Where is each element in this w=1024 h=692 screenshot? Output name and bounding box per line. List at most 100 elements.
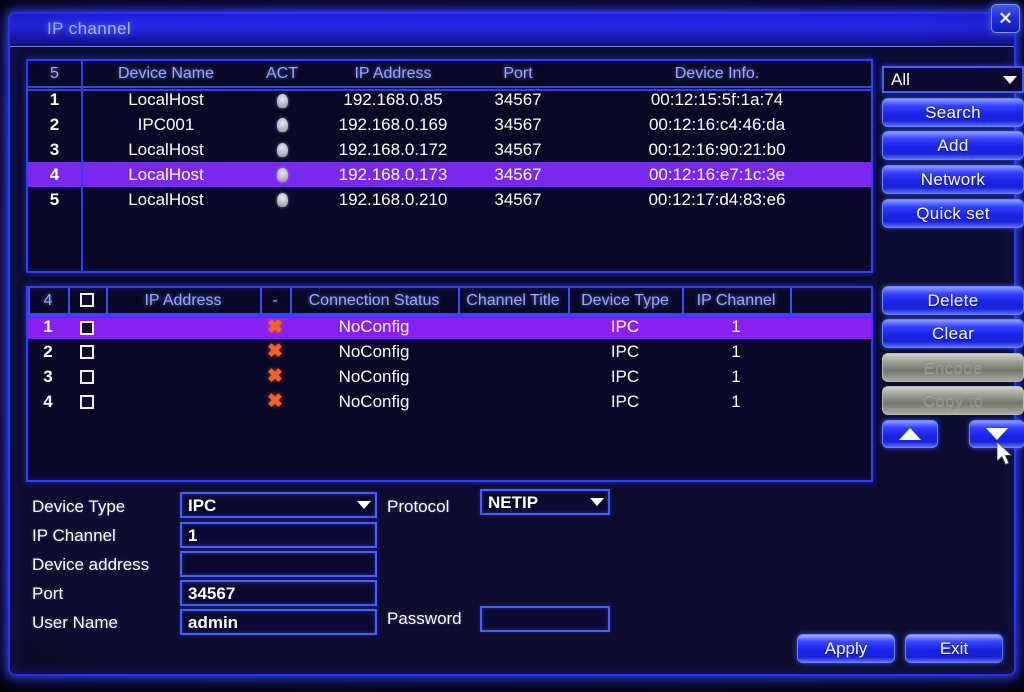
col-device-name: Device Name [117,64,215,82]
cell-status-icon: ✖ [260,364,290,389]
device-address-input[interactable] [180,551,377,577]
table-row[interactable]: 2 IPC001 192.168.0.169 34567 00:12:16:c4… [28,112,871,137]
apply-button[interactable]: Apply [797,634,895,663]
row-index: 3 [43,366,53,386]
cell-checkbox[interactable] [68,364,106,389]
cell-ip [106,364,260,389]
cell-act [251,187,313,212]
cell-port: 34567 [494,189,542,209]
cell-ip-channel: 1 [731,341,741,361]
clear-button[interactable]: Clear [882,319,1024,348]
add-button[interactable]: Add [882,131,1024,160]
table-row[interactable]: 3 ✖ NoConfig IPC 1 [28,364,871,389]
table-row[interactable]: 3 LocalHost 192.168.0.172 34567 00:12:16… [28,137,871,162]
channel-table-grid: 4 IP Address - Connection Status Channel… [28,288,871,414]
ip-channel-label: IP Channel [32,526,116,545]
checkbox-icon[interactable] [80,370,94,385]
arrow-down-icon [986,428,1008,440]
search-button[interactable]: Search [882,98,1024,127]
protocol-select[interactable]: NETIP [480,489,610,515]
cell-channel-title [458,364,568,389]
lamp-icon [276,143,288,158]
checkbox-icon[interactable] [80,293,94,308]
protocol-value: NETIP [488,493,539,512]
device-search-table[interactable]: 5 Device Name ACT IP Address Port Device… [26,59,873,273]
cell-device-type: IPC [610,366,640,386]
cell-ip: 192.168.0.172 [338,139,448,159]
cell-info: 00:12:16:90:21:b0 [648,139,786,159]
col-select-all[interactable] [68,288,106,314]
cell-ip: 192.168.0.169 [338,114,448,134]
cell-connection-status: NoConfig [338,366,410,386]
device-type-label: Device Type [32,497,126,516]
port-value: 34567 [188,584,236,603]
exit-button[interactable]: Exit [905,634,1003,663]
col-channel-title: Channel Title [466,291,560,309]
cell-ip-channel: 1 [731,391,741,411]
password-input[interactable] [480,606,610,632]
cell-device-name: LocalHost [128,139,204,159]
cell-ip-channel: 1 [731,366,741,386]
ip-channel-value: 1 [188,526,198,545]
chevron-down-icon [1003,75,1017,84]
move-down-button[interactable] [969,420,1024,448]
delete-button[interactable]: Delete [882,286,1024,315]
cell-info: 00:12:16:c4:46:da [648,114,786,134]
quick-set-button[interactable]: Quick set [882,199,1024,228]
device-type-value: IPC [188,496,217,515]
cell-connection-status: NoConfig [338,391,410,411]
cell-device-name: LocalHost [81,162,251,187]
column-separator [458,288,460,316]
port-input[interactable]: 34567 [180,580,377,606]
cell-spacer [790,339,871,364]
cell-checkbox[interactable] [68,389,106,414]
close-icon[interactable]: ✕ [991,4,1020,33]
col-ip-channel: IP Channel [696,291,776,309]
cell-info: 00:12:16:e7:1c:3e [563,162,871,187]
cell-port: 34567 [494,114,542,134]
device-filter-select[interactable]: All [882,66,1024,93]
cell-spacer [790,364,871,389]
cell-device-type: IPC [610,391,640,411]
header-divider [28,89,871,91]
col-connection-status: Connection Status [308,291,440,309]
row-index: 2 [43,341,53,361]
checkbox-icon[interactable] [80,320,94,335]
network-button[interactable]: Network [882,165,1024,194]
password-label: Password [387,609,462,628]
table-row-selected[interactable]: 4 LocalHost 192.168.0.173 34567 00:12:16… [28,162,871,187]
protocol-label: Protocol [387,497,450,516]
window-titlebar: IP channel [10,14,1014,47]
table-row[interactable]: 4 ✖ NoConfig IPC 1 [28,389,871,414]
port-label: Port [32,584,64,603]
row-index: 5 [49,189,60,209]
col-device-info: Device Info. [674,64,760,82]
x-icon: ✖ [267,366,283,387]
lamp-icon [276,193,288,208]
col-device-type: Device Type [581,291,669,309]
row-index: 4 [43,391,53,411]
channel-config-table[interactable]: 4 IP Address - Connection Status Channel… [26,286,873,482]
col-dash: - [272,291,278,309]
ip-channel-input[interactable]: 1 [180,522,377,548]
lamp-icon [276,168,288,183]
cell-device-type: IPC [610,341,640,361]
device-type-select[interactable]: IPC [180,492,377,518]
checkbox-icon[interactable] [80,395,94,410]
checkbox-icon[interactable] [80,345,94,360]
channel-count: 4 [43,291,53,309]
x-icon: ✖ [267,341,283,362]
move-up-button[interactable] [882,420,938,448]
cell-act [251,112,313,137]
copy-to-button: Copy to [882,386,1024,415]
table-row[interactable]: 5 LocalHost 192.168.0.210 34567 00:12:17… [28,187,871,212]
device-config-form: Device Type IPC Protocol NETIP IP Channe… [32,489,732,642]
cell-device-name: LocalHost [128,189,204,209]
device-filter-value: All [891,70,910,89]
table-row[interactable]: 2 ✖ NoConfig IPC 1 [28,339,871,364]
col-ip-address: IP Address [144,291,222,309]
cell-checkbox[interactable] [68,339,106,364]
table-header-row: 5 Device Name ACT IP Address Port Device… [28,61,871,87]
screen: IP channel ✕ 5 Device Name ACT IP Addres… [0,0,1024,692]
user-name-input[interactable]: admin [180,609,377,635]
